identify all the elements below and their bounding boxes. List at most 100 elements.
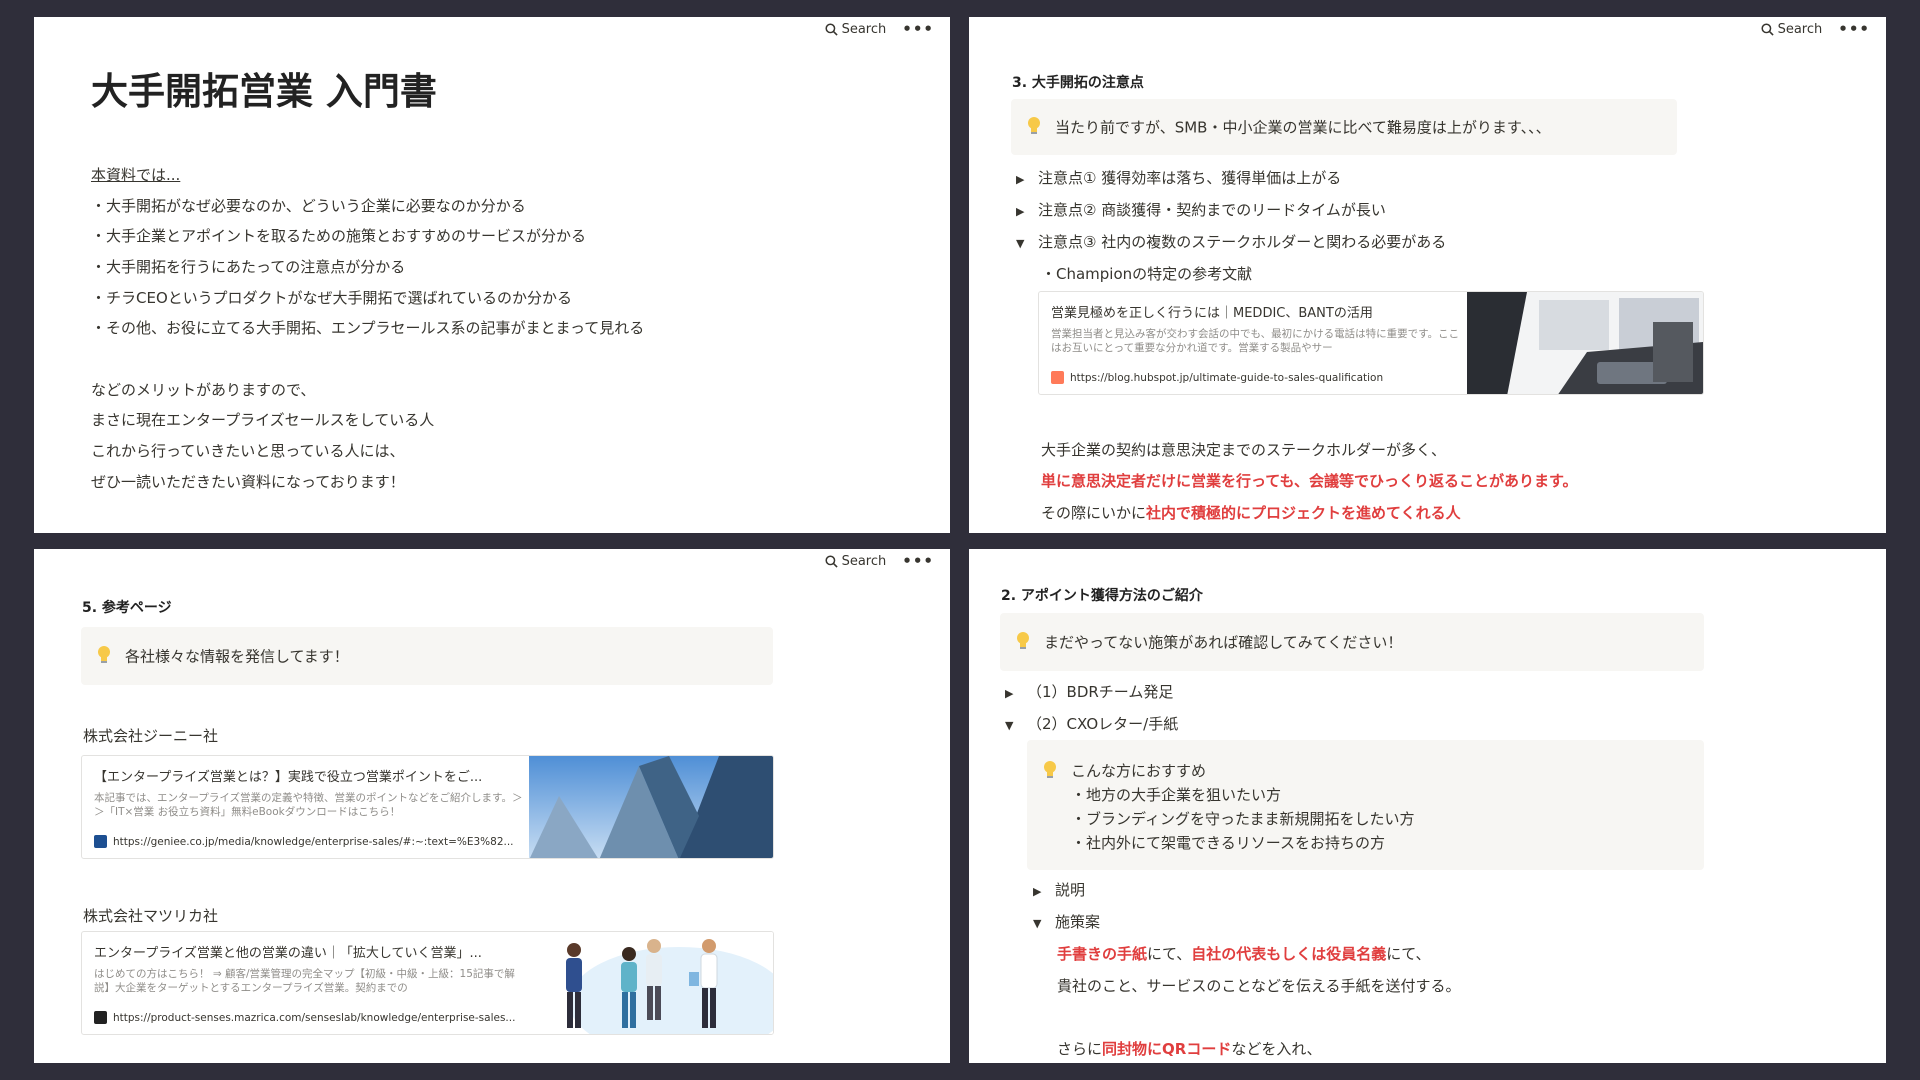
toggle-cxo-letter[interactable]: ▼ （2）CXOレター/手紙 [1005, 713, 1178, 734]
panel-references: Search ••• 5. 参考ページ 各社様々な情報を発信してます！ 株式会社… [34, 549, 950, 1063]
bookmark-url: https://blog.hubspot.jp/ultimate-guide-t… [1070, 371, 1384, 384]
callout-text: 各社様々な情報を発信してます！ [125, 647, 349, 666]
body-text-highlight: 社内で積極的にプロジェクトを進めてくれる人 [1146, 504, 1461, 522]
bookmark-url: https://product-senses.mazrica.com/sense… [113, 1011, 516, 1024]
bookmark-desc: はじめての方はこちら！ ⇒ 顧客/営業管理の完全マップ【初級・中級・上級：15記… [94, 968, 515, 995]
search-icon [1761, 22, 1774, 36]
lightbulb-icon [1028, 117, 1040, 134]
search-label: Search [841, 21, 887, 37]
toggle-caution-3[interactable]: ▼ 注意点③ 社内の複数のステークホルダーと関わる必要がある [1016, 231, 1446, 252]
search-button[interactable]: Search [825, 21, 887, 37]
body-text-plain: その際にいかに [1041, 504, 1147, 522]
measure-line: さらに同封物にQRコードなどを入れ、 [1057, 1038, 1321, 1059]
toggle-caution-2[interactable]: ▶ 注意点② 商談獲得・契約までのリードタイムが長い [1016, 199, 1386, 220]
panel-appointment: 2. アポイント獲得方法のご紹介 まだやってない施策があれば確認してみてください… [969, 549, 1886, 1063]
body-text-highlight: 単に意思決定者だけに営業を行っても、会議等でひっくり返ることがあります。 [1041, 472, 1578, 490]
closing-line: ぜひ一読いただきたい資料になっております！ [91, 473, 405, 491]
search-label: Search [1777, 21, 1823, 37]
company-name: 株式会社マツリカ社 [83, 907, 219, 925]
lightbulb-icon [1044, 761, 1056, 778]
toggle-arrow-icon: ▼ [1016, 237, 1025, 250]
toggle-arrow-icon: ▶ [1016, 173, 1025, 186]
toggle-label: 注意点① 獲得効率は落ち、獲得単価は上がる [1038, 169, 1342, 187]
panel-intro: Search ••• 大手開拓営業 入門書 本資料では... ・大手開拓がなぜ必… [34, 17, 950, 533]
callout: まだやってない施策があれば確認してみてください！ [1000, 613, 1704, 671]
topbar: Search ••• [825, 549, 950, 573]
search-button[interactable]: Search [825, 553, 887, 569]
intro-text: 本資料では... [91, 166, 181, 184]
body-text: 大手企業の契約は意思決定までのステークホルダーが多く、 [1041, 441, 1447, 459]
search-icon [825, 22, 838, 36]
callout-text: 当たり前ですが、SMB・中小企業の営業に比べて難易度は上がります、、、 [1055, 118, 1551, 137]
topbar: Search ••• [1761, 17, 1886, 41]
bullet-item: ・チラCEOというプロダクトがなぜ大手開拓で選ばれているのか分かる [91, 289, 573, 307]
toggle-arrow-icon: ▶ [1016, 205, 1025, 218]
bookmark-hubspot[interactable]: 営業見極めを正しく行うには｜MEDDIC、BANTの活用 営業担当者と見込み客が… [1038, 291, 1704, 395]
toggle-bdr[interactable]: ▶ （1）BDRチーム発足 [1005, 681, 1173, 702]
favicon-icon [94, 835, 107, 848]
recommend-item: ・地方の大手企業を狙いたい方 [1071, 786, 1282, 804]
bullet-item: ・大手企業とアポイントを取るための施策とおすすめのサービスが分かる [91, 227, 587, 245]
bookmark-geniee[interactable]: 【エンタープライズ営業とは？】実践で役立つ営業ポイントをご... 本記事では、エ… [81, 755, 774, 859]
callout: 当たり前ですが、SMB・中小企業の営業に比べて難易度は上がります、、、 [1011, 99, 1677, 155]
body-text: その際にいかに社内で積極的にプロジェクトを進めてくれる人 [1041, 502, 1461, 523]
toggle-label: （1）BDRチーム発足 [1027, 683, 1174, 701]
section-heading: 5. 参考ページ [82, 600, 172, 616]
recommend-item: ・社内外にて架電できるリソースをお持ちの方 [1071, 834, 1385, 852]
lightbulb-icon [1017, 632, 1029, 649]
toggle-label: 注意点② 商談獲得・契約までのリードタイムが長い [1038, 201, 1386, 219]
favicon-icon [94, 1011, 107, 1024]
search-icon [825, 554, 838, 568]
lightbulb-icon [98, 646, 110, 663]
more-icon[interactable]: ••• [1838, 21, 1870, 37]
toggle-label: 説明 [1055, 881, 1086, 899]
topbar: Search ••• [825, 17, 950, 41]
plain-text: などを入れ、 [1231, 1040, 1322, 1058]
more-icon[interactable]: ••• [902, 553, 934, 569]
bullet-item: ・その他、お役に立てる大手開拓、エンプラセールス系の記事がまとまって見れる [91, 319, 645, 337]
toggle-description[interactable]: ▶ 説明 [1033, 879, 1085, 900]
plain-text: さらに [1057, 1040, 1103, 1058]
panel-cautions: Search ••• 3. 大手開拓の注意点 当たり前ですが、SMB・中小企業の… [969, 17, 1886, 533]
callout-text: まだやってない施策があれば確認してみてください！ [1044, 633, 1403, 652]
callout: 各社様々な情報を発信してます！ [81, 627, 773, 685]
bookmark-desc: 本記事では、エンタープライズ営業の定義や特徴、営業のポイントなどをご紹介します。… [94, 792, 523, 819]
bookmark-url: https://geniee.co.jp/media/knowledge/ent… [113, 835, 514, 848]
toggle-arrow-icon: ▶ [1033, 885, 1042, 898]
bookmark-desc: 営業担当者と見込み客が交わす会話の中でも、最初にかける電話は特に重要です。ここは… [1051, 328, 1460, 355]
closing-line: などのメリットがありますので、 [91, 381, 316, 399]
toggle-arrow-icon: ▼ [1033, 917, 1042, 930]
search-button[interactable]: Search [1761, 21, 1823, 37]
recommend-callout: こんな方におすすめ ・地方の大手企業を狙いたい方 ・ブランディングを守ったまま新… [1027, 740, 1704, 870]
bookmark-title: 営業見極めを正しく行うには｜MEDDIC、BANTの活用 [1051, 306, 1373, 321]
highlight-text: 自社の代表もしくは役員名義 [1191, 945, 1387, 963]
bullet-item: ・大手開拓を行うにあたっての注意点が分かる [91, 258, 406, 276]
section-heading: 2. アポイント獲得方法のご紹介 [1001, 588, 1203, 604]
sub-label: ・Championの特定の参考文献 [1041, 265, 1253, 283]
highlight-text: 手書きの手紙 [1057, 945, 1148, 963]
toggle-caution-1[interactable]: ▶ 注意点① 獲得効率は落ち、獲得単価は上がる [1016, 167, 1341, 188]
closing-line: これから行っていきたいと思っている人には、 [91, 442, 405, 460]
toggle-arrow-icon: ▼ [1005, 719, 1014, 732]
bookmark-mazrica[interactable]: エンタープライズ営業と他の営業の違い｜「拡大していく営業」... はじめての方は… [81, 931, 774, 1035]
measure-line: 貴社のこと、サービスのことなどを伝える手紙を送付する。 [1057, 977, 1461, 995]
bullet-item: ・大手開拓がなぜ必要なのか、どういう企業に必要なのか分かる [91, 197, 526, 215]
bookmark-title: エンタープライズ営業と他の営業の違い｜「拡大していく営業」... [94, 946, 482, 961]
recommend-title: こんな方におすすめ [1071, 762, 1207, 780]
company-name: 株式会社ジーニー社 [83, 727, 219, 745]
bookmark-thumbnail [529, 932, 773, 1034]
closing-line: まさに現在エンタープライズセールスをしている人 [91, 411, 435, 429]
highlight-text: 同封物にQRコード [1102, 1040, 1232, 1058]
plain-text: にて、 [1147, 945, 1192, 963]
toggle-label: 注意点③ 社内の複数のステークホルダーと関わる必要がある [1038, 233, 1447, 251]
toggle-label: （2）CXOレター/手紙 [1027, 715, 1179, 733]
bookmark-title: 【エンタープライズ営業とは？】実践で役立つ営業ポイントをご... [94, 770, 483, 785]
toggle-measures[interactable]: ▼ 施策案 [1033, 911, 1100, 932]
favicon-icon [1051, 371, 1064, 384]
more-icon[interactable]: ••• [902, 21, 934, 37]
measure-line: 手書きの手紙にて、自社の代表もしくは役員名義にて、 [1057, 943, 1431, 964]
search-label: Search [841, 553, 887, 569]
recommend-item: ・ブランディングを守ったまま新規開拓をしたい方 [1071, 810, 1415, 828]
toggle-arrow-icon: ▶ [1005, 687, 1014, 700]
toggle-label: 施策案 [1055, 913, 1101, 931]
